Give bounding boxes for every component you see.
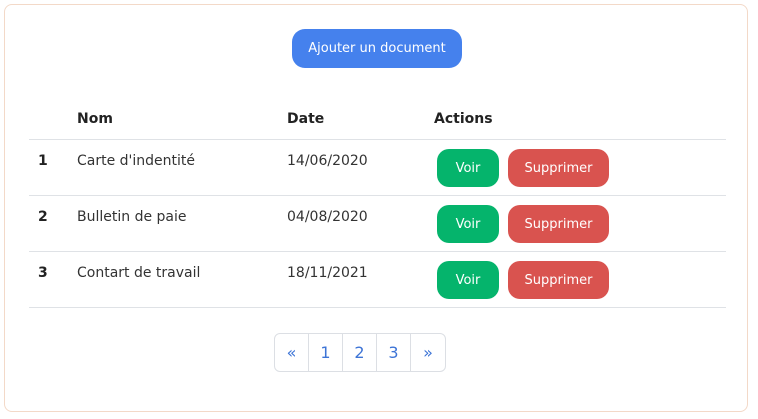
pagination-prev[interactable]: « [275, 334, 309, 371]
header-date: Date [287, 111, 325, 127]
table-row: 1 Carte d'indentité 14/06/2020 Voir Supp… [29, 140, 726, 196]
delete-button[interactable]: Supprimer [508, 261, 609, 299]
table-header: Nom Date Actions [29, 101, 726, 140]
delete-button[interactable]: Supprimer [508, 205, 609, 243]
table-row: 3 Contart de travail 18/11/2021 Voir Sup… [29, 252, 726, 308]
table-row: 2 Bulletin de paie 04/08/2020 Voir Suppr… [29, 196, 726, 252]
pagination: « 1 2 3 » [274, 333, 446, 372]
row-index: 2 [38, 209, 48, 225]
pagination-page-2[interactable]: 2 [343, 334, 377, 371]
view-button[interactable]: Voir [437, 261, 499, 299]
document-date: 14/06/2020 [287, 153, 368, 169]
document-name: Bulletin de paie [77, 209, 187, 225]
view-button[interactable]: Voir [437, 149, 499, 187]
document-card: Ajouter un document Nom Date Actions 1 C… [4, 4, 748, 412]
document-date: 04/08/2020 [287, 209, 368, 225]
document-date: 18/11/2021 [287, 265, 368, 281]
pagination-page-1[interactable]: 1 [309, 334, 343, 371]
delete-button[interactable]: Supprimer [508, 149, 609, 187]
view-button[interactable]: Voir [437, 205, 499, 243]
pagination-page-3[interactable]: 3 [377, 334, 411, 371]
pagination-next[interactable]: » [411, 334, 445, 371]
header-actions: Actions [434, 111, 493, 127]
row-index: 1 [38, 153, 48, 169]
documents-table: Nom Date Actions 1 Carte d'indentité 14/… [29, 101, 726, 308]
row-index: 3 [38, 265, 48, 281]
document-name: Carte d'indentité [77, 153, 196, 169]
header-name: Nom [77, 111, 113, 127]
add-document-button[interactable]: Ajouter un document [292, 29, 462, 68]
document-name: Contart de travail [77, 265, 201, 281]
